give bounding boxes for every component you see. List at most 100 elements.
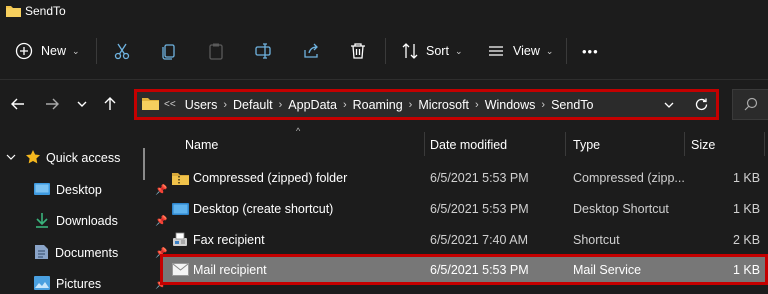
crumb-users[interactable]: Users xyxy=(185,98,218,112)
copy-button[interactable] xyxy=(160,22,178,80)
share-icon xyxy=(302,42,320,60)
arrow-right-icon xyxy=(44,96,60,115)
crumb-microsoft[interactable]: Microsoft xyxy=(418,98,469,112)
crumb-appdata[interactable]: AppData xyxy=(288,98,337,112)
column-header-size[interactable]: Size xyxy=(691,130,715,160)
new-button[interactable]: New ⌄ xyxy=(15,22,80,80)
sidebar-scrollbar[interactable] xyxy=(143,148,145,180)
fax-icon xyxy=(172,224,188,255)
forward-button[interactable] xyxy=(41,94,63,116)
column-header-type[interactable]: Type xyxy=(573,130,600,160)
recent-locations-button[interactable] xyxy=(71,94,93,116)
desktop-folder-icon xyxy=(34,182,50,199)
crumb-default[interactable]: Default xyxy=(233,98,273,112)
file-date: 6/5/2021 5:53 PM xyxy=(430,262,529,277)
chevron-right-icon: › xyxy=(342,98,347,111)
navigation-pane: Quick access Desktop 📌 Downloads 📌 Docum… xyxy=(0,130,167,294)
file-row-selected[interactable]: Mail recipient 6/5/2021 5:53 PM Mail Ser… xyxy=(160,254,768,285)
folder-icon xyxy=(6,4,21,20)
view-icon xyxy=(487,42,505,60)
chevron-down-icon xyxy=(76,98,88,113)
paste-button[interactable] xyxy=(207,22,225,80)
file-row[interactable]: Compressed (zipped) folder 6/5/2021 5:53… xyxy=(160,162,768,193)
divider xyxy=(566,38,567,64)
delete-button[interactable] xyxy=(349,22,367,80)
chevron-right-icon: › xyxy=(541,98,546,111)
column-header-date[interactable]: Date modified xyxy=(430,130,507,160)
download-icon xyxy=(34,212,50,231)
chevron-down-icon: ⌄ xyxy=(72,45,80,56)
sidebar-item-quick-access[interactable]: Quick access xyxy=(6,145,120,171)
title-bar: SendTo xyxy=(0,0,768,22)
new-label: New xyxy=(41,44,67,58)
crumb-windows[interactable]: Windows xyxy=(485,98,536,112)
file-name: Compressed (zipped) folder xyxy=(193,170,348,185)
divider xyxy=(385,38,386,64)
file-type: Shortcut xyxy=(573,232,620,247)
sidebar-item-label: Downloads xyxy=(56,214,118,228)
file-name: Fax recipient xyxy=(193,232,265,247)
file-date: 6/5/2021 7:40 AM xyxy=(430,232,528,247)
plus-circle-icon xyxy=(15,42,33,60)
desktop-icon xyxy=(172,193,189,224)
sidebar-item-documents[interactable]: Documents 📌 xyxy=(34,240,167,266)
sidebar-item-label: Desktop xyxy=(56,183,102,197)
sidebar-item-label: Documents xyxy=(55,246,119,260)
crumb-roaming[interactable]: Roaming xyxy=(353,98,403,112)
pictures-icon xyxy=(34,275,50,293)
sidebar-item-pictures[interactable]: Pictures 📌 xyxy=(34,271,167,294)
scissors-icon xyxy=(113,42,131,60)
documents-icon xyxy=(34,244,49,263)
cut-button[interactable] xyxy=(113,22,131,80)
sidebar-item-label: Quick access xyxy=(46,151,121,165)
file-name: Desktop (create shortcut) xyxy=(193,201,334,216)
file-size: 1 KB xyxy=(733,201,761,216)
sidebar-item-downloads[interactable]: Downloads 📌 xyxy=(34,208,167,234)
chevron-right-icon: › xyxy=(223,98,228,111)
view-button[interactable]: View ⌄ xyxy=(487,22,553,80)
overflow-crumb[interactable]: << xyxy=(164,99,176,110)
chevron-down-icon: ⌄ xyxy=(454,45,463,56)
file-date: 6/5/2021 5:53 PM xyxy=(430,170,529,185)
column-divider[interactable] xyxy=(424,132,425,156)
file-name: Mail recipient xyxy=(193,262,267,277)
file-size: 1 KB xyxy=(733,170,761,185)
column-divider[interactable] xyxy=(565,132,566,156)
file-size: 1 KB xyxy=(733,262,761,277)
copy-icon xyxy=(160,42,178,60)
sidebar-item-desktop[interactable]: Desktop 📌 xyxy=(34,177,167,203)
trash-icon xyxy=(349,42,367,60)
file-type: Compressed (zipp... xyxy=(573,170,685,185)
sort-button[interactable]: Sort ⌄ xyxy=(401,22,462,80)
address-history-chevron-icon[interactable] xyxy=(663,99,675,114)
chevron-right-icon: › xyxy=(475,98,479,111)
sort-ascending-icon: ^ xyxy=(296,126,301,136)
file-type: Mail Service xyxy=(573,262,642,277)
chevron-down-icon xyxy=(6,151,16,165)
search-box[interactable] xyxy=(732,89,768,120)
share-button[interactable] xyxy=(302,22,320,80)
file-row[interactable]: Desktop (create shortcut) 6/5/2021 5:53 … xyxy=(160,193,768,224)
window-title: SendTo xyxy=(25,4,66,18)
address-bar[interactable]: << Users › Default › AppData › Roaming ›… xyxy=(134,89,719,120)
up-button[interactable] xyxy=(99,94,121,116)
search-icon xyxy=(744,97,758,114)
rename-icon xyxy=(254,42,272,60)
divider xyxy=(96,38,97,64)
more-options-button[interactable]: ••• xyxy=(582,22,599,80)
file-row[interactable]: Fax recipient 6/5/2021 7:40 AM Shortcut … xyxy=(160,224,768,255)
file-type: Desktop Shortcut xyxy=(573,201,669,216)
column-divider[interactable] xyxy=(684,132,685,156)
refresh-icon[interactable] xyxy=(694,97,709,115)
view-label: View xyxy=(513,44,540,58)
back-button[interactable] xyxy=(7,94,29,116)
chevron-down-icon: ⌄ xyxy=(545,45,554,56)
mail-icon xyxy=(172,254,189,285)
column-divider[interactable] xyxy=(764,132,765,156)
chevron-right-icon: › xyxy=(408,98,413,111)
rename-button[interactable] xyxy=(254,22,272,80)
column-header-name[interactable]: Name xyxy=(185,130,218,160)
sort-label: Sort xyxy=(426,44,449,58)
folder-icon xyxy=(142,96,159,113)
crumb-sendto[interactable]: SendTo xyxy=(551,98,593,112)
